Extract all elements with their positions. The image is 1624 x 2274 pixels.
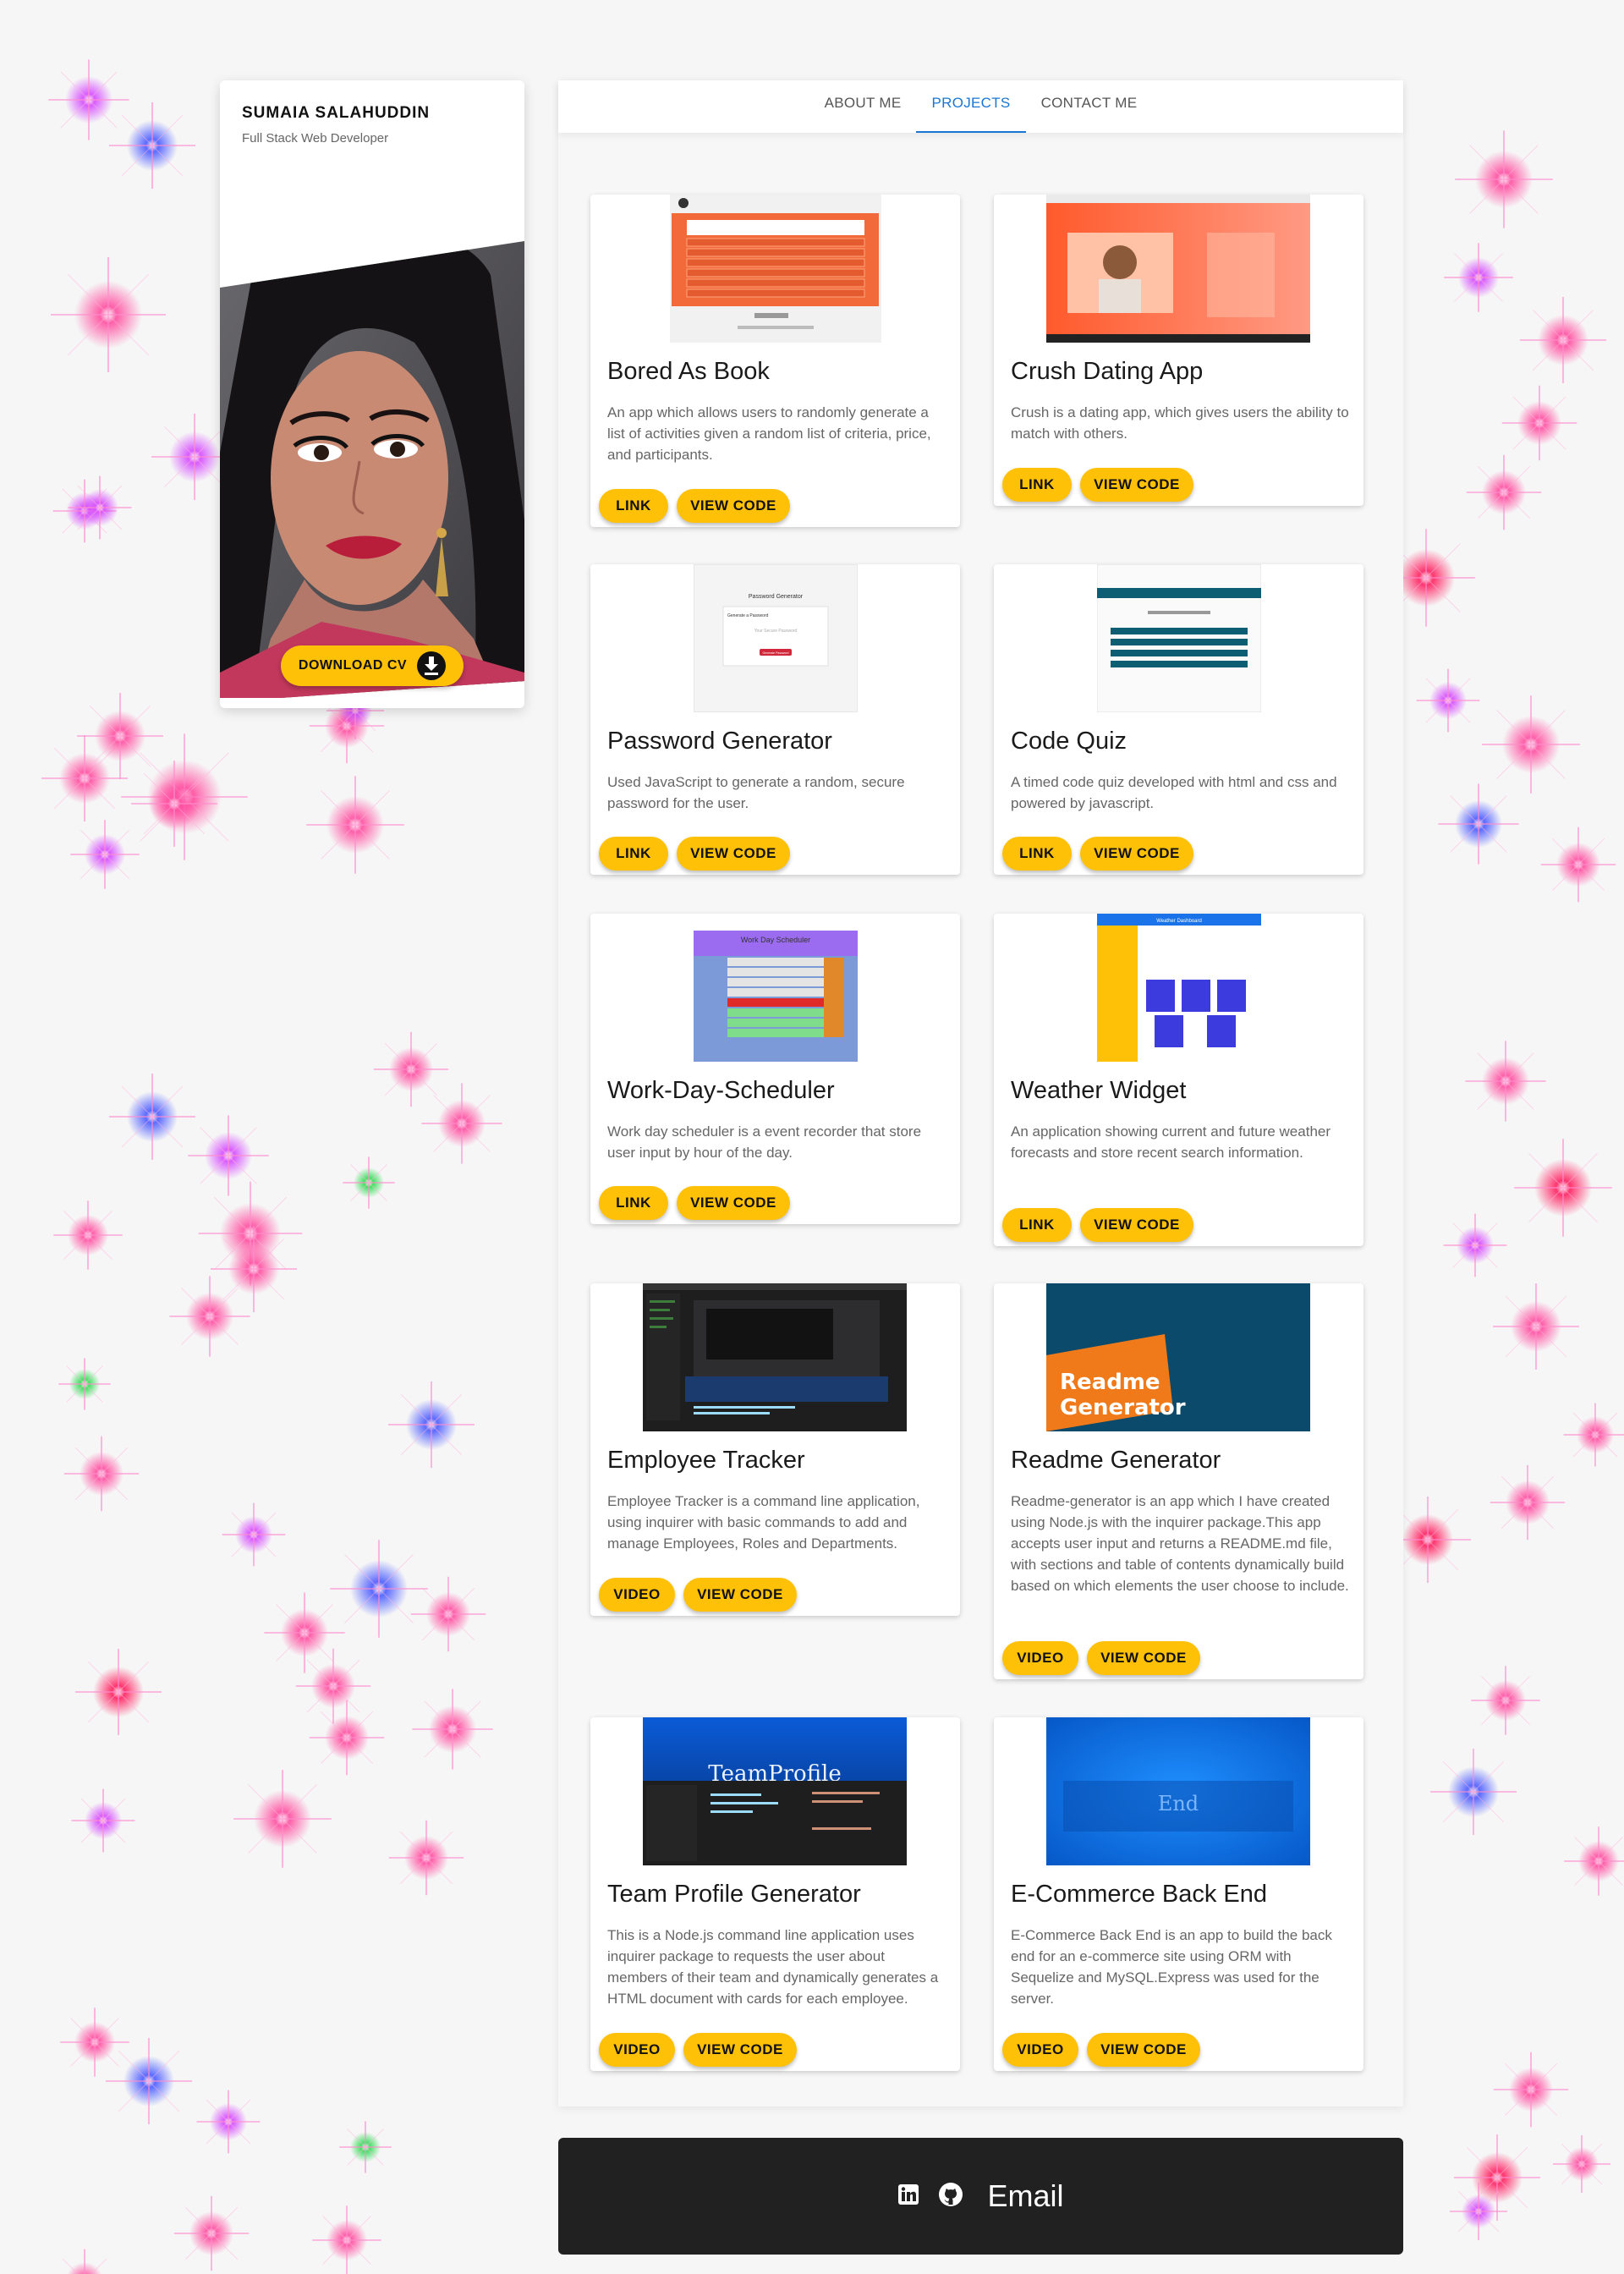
- project-description: Readme-generator is an app which I have …: [1011, 1493, 1349, 1594]
- project-title: Readme Generator: [1011, 1447, 1221, 1474]
- download-icon: [417, 651, 447, 680]
- svg-text:Readme: Readme: [1060, 1370, 1160, 1395]
- project-link-button[interactable]: LINK: [1002, 837, 1072, 871]
- download-cv-label: DOWNLOAD CV: [298, 658, 408, 673]
- linkedin-icon[interactable]: [897, 2183, 919, 2210]
- project-description: An application showing current and futur…: [1011, 1123, 1331, 1161]
- footer: Email: [558, 2138, 1403, 2255]
- view-code-button[interactable]: VIEW CODE: [1080, 468, 1193, 502]
- project-card-code-quiz: Code Quiz A timed code quiz developed wi…: [994, 564, 1363, 875]
- project-description: Used JavaScript to generate a random, se…: [607, 774, 905, 811]
- project-title: Team Profile Generator: [607, 1881, 861, 1908]
- project-card-team-profile-generator: TeamProfile Team Profile Generator This …: [590, 1717, 960, 2071]
- view-code-button[interactable]: VIEW CODE: [683, 2033, 797, 2067]
- project-description: Crush is a dating app, which gives users…: [1011, 404, 1349, 442]
- project-thumbnail: Weather Dashboard: [1097, 914, 1261, 1062]
- view-code-button[interactable]: VIEW CODE: [683, 1578, 797, 1612]
- svg-text:Weather Dashboard: Weather Dashboard: [1156, 919, 1202, 924]
- project-title: Password Generator: [607, 728, 832, 755]
- svg-text:Generator: Generator: [1060, 1395, 1186, 1420]
- project-title: Code Quiz: [1011, 728, 1127, 755]
- project-thumbnail: [643, 1283, 907, 1431]
- project-thumbnail: Work Day Scheduler: [694, 914, 858, 1062]
- view-code-button[interactable]: VIEW CODE: [677, 489, 790, 523]
- github-icon[interactable]: [938, 2182, 963, 2211]
- svg-text:End: End: [1158, 1792, 1199, 1815]
- download-cv-button[interactable]: DOWNLOAD CV: [281, 645, 464, 686]
- project-title: Weather Widget: [1011, 1077, 1187, 1104]
- project-description: A timed code quiz developed with html an…: [1011, 774, 1337, 811]
- project-description: This is a Node.js command line applicati…: [607, 1927, 939, 2007]
- svg-text:Your Secure Password: Your Secure Password: [754, 629, 798, 634]
- project-card-password-generator: Password Generator Generate a Password Y…: [590, 564, 960, 875]
- project-title: Crush Dating App: [1011, 358, 1204, 385]
- view-code-button[interactable]: VIEW CODE: [1080, 837, 1193, 871]
- profile-role: Full Stack Web Developer: [242, 131, 389, 146]
- project-description: An app which allows users to randomly ge…: [607, 404, 931, 463]
- project-thumbnail: [1046, 195, 1310, 343]
- project-title: Employee Tracker: [607, 1447, 805, 1474]
- project-thumbnail: Password Generator Generate a Password Y…: [694, 564, 858, 712]
- project-link-button[interactable]: LINK: [599, 489, 668, 523]
- project-description: Work day scheduler is a event recorder t…: [607, 1123, 922, 1161]
- svg-text:Generate a Password: Generate a Password: [727, 613, 769, 618]
- project-thumbnail: [1097, 564, 1261, 712]
- profile-name: SUMAIA SALAHUDDIN: [242, 104, 431, 122]
- project-card-readme-generator: Readme Generator Readme Generator Readme…: [994, 1283, 1363, 1679]
- project-thumbnail: TeamProfile: [643, 1717, 907, 1865]
- project-link-button[interactable]: LINK: [599, 1186, 668, 1220]
- email-link[interactable]: Email: [987, 2178, 1063, 2214]
- project-link-button[interactable]: LINK: [1002, 468, 1072, 502]
- svg-text:Generate Password: Generate Password: [763, 651, 789, 655]
- view-code-button[interactable]: VIEW CODE: [1087, 1641, 1200, 1675]
- project-description: E-Commerce Back End is an app to build t…: [1011, 1927, 1332, 2007]
- tab-about-me[interactable]: ABOUT ME: [809, 80, 917, 133]
- project-title: Work-Day-Scheduler: [607, 1077, 835, 1104]
- nav-tabs: ABOUT ME PROJECTS CONTACT ME: [558, 80, 1403, 133]
- project-card-bored-as-book: Bored As Book An app which allows users …: [590, 195, 960, 527]
- project-link-button[interactable]: LINK: [1002, 1208, 1072, 1242]
- tab-contact-me[interactable]: CONTACT ME: [1026, 80, 1153, 133]
- project-thumbnail: Readme Generator: [1046, 1283, 1310, 1431]
- project-card-work-day-scheduler: Work Day Scheduler Work-Day-Scheduler Wo…: [590, 914, 960, 1224]
- project-video-button[interactable]: VIDEO: [1002, 1641, 1078, 1675]
- main-panel: ABOUT ME PROJECTS CONTACT ME Bored As Bo…: [558, 80, 1403, 2106]
- project-link-button[interactable]: LINK: [599, 837, 668, 871]
- project-thumbnail: [670, 195, 881, 343]
- svg-text:Password Generator: Password Generator: [749, 594, 804, 600]
- project-description: Employee Tracker is a command line appli…: [607, 1493, 920, 1552]
- project-card-employee-tracker: Employee Tracker Employee Tracker is a c…: [590, 1283, 960, 1616]
- project-card-weather-widget: Weather Dashboard Weather Widget An appl…: [994, 914, 1363, 1246]
- project-video-button[interactable]: VIDEO: [599, 2033, 675, 2067]
- project-thumbnail: End: [1046, 1717, 1310, 1865]
- view-code-button[interactable]: VIEW CODE: [1080, 1208, 1193, 1242]
- view-code-button[interactable]: VIEW CODE: [677, 837, 790, 871]
- project-title: Bored As Book: [607, 358, 770, 385]
- tab-projects[interactable]: PROJECTS: [916, 80, 1026, 133]
- project-video-button[interactable]: VIDEO: [599, 1578, 675, 1612]
- project-video-button[interactable]: VIDEO: [1002, 2033, 1078, 2067]
- svg-text:Work Day Scheduler: Work Day Scheduler: [741, 936, 810, 944]
- project-title: E-Commerce Back End: [1011, 1881, 1267, 1908]
- project-card-e-commerce-back-end: End E-Commerce Back End E-Commerce Back …: [994, 1717, 1363, 2071]
- view-code-button[interactable]: VIEW CODE: [677, 1186, 790, 1220]
- view-code-button[interactable]: VIEW CODE: [1087, 2033, 1200, 2067]
- project-card-crush-dating-app: Crush Dating App Crush is a dating app, …: [994, 195, 1363, 506]
- profile-card: SUMAIA SALAHUDDIN Full Stack Web Develop…: [220, 80, 524, 708]
- profile-photo: [220, 241, 524, 698]
